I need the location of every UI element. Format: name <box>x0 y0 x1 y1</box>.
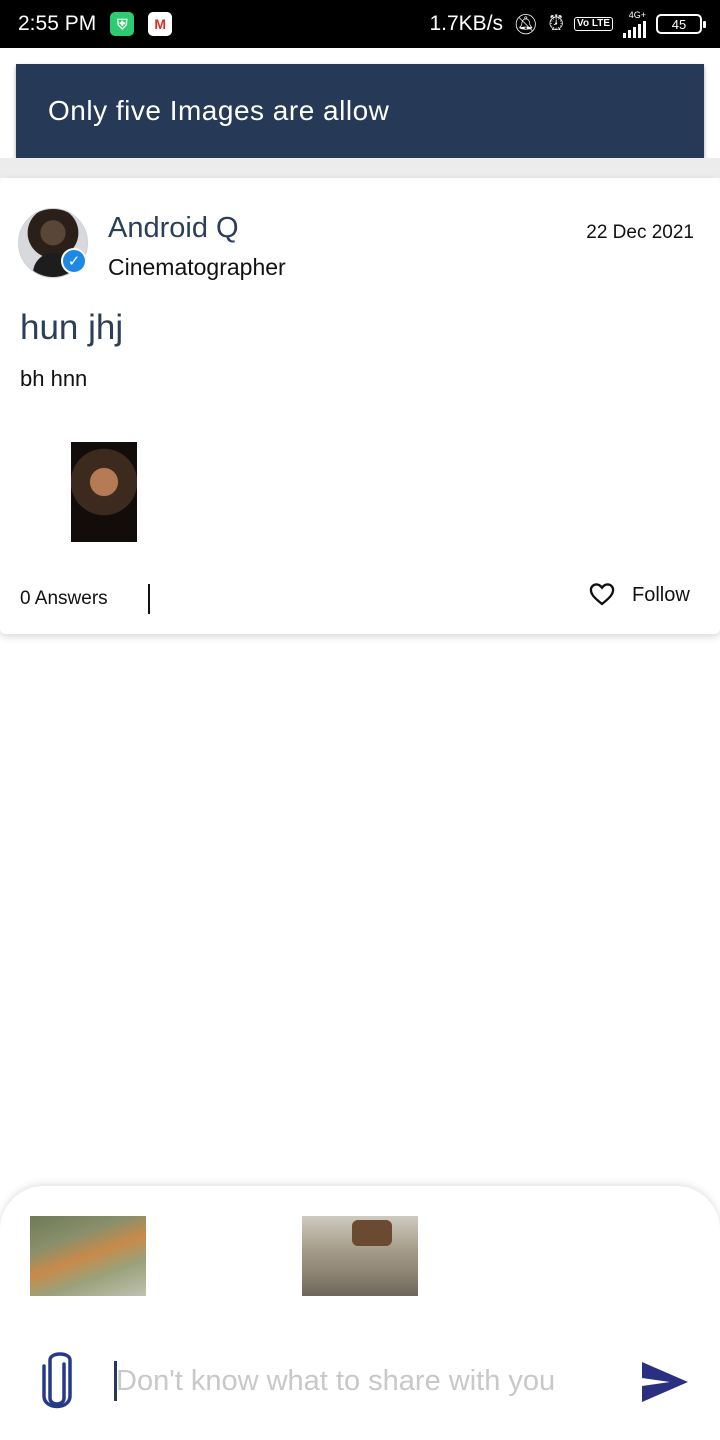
post-body: bh hnn <box>20 366 88 391</box>
signal-icon: 4G+ <box>623 9 646 38</box>
feed-divider <box>0 158 720 178</box>
post-image[interactable] <box>71 442 137 542</box>
composer-panel <box>0 1186 720 1440</box>
bell-off-icon: 🔕︎ <box>513 13 539 36</box>
toast-message: Only five Images are allow <box>16 64 704 158</box>
network-type: 4G+ <box>628 9 646 20</box>
author-name[interactable]: Android Q <box>108 212 239 245</box>
post-card[interactable]: ✓ Android Q Cinematographer 22 Dec 2021 … <box>0 178 720 634</box>
alarm-icon: ⏰︎ <box>548 12 565 35</box>
post-title: hun jhj <box>20 308 124 347</box>
status-time: 2:55 PM <box>18 12 97 35</box>
follow-button[interactable]: Follow <box>632 584 690 607</box>
battery-icon: 45 <box>656 14 706 34</box>
send-icon[interactable] <box>640 1360 690 1404</box>
answers-count[interactable]: 0 Answers <box>20 588 108 610</box>
toast-container: Only five Images are allow <box>0 48 720 158</box>
paperclip-icon[interactable] <box>36 1348 78 1414</box>
verified-badge-icon: ✓ <box>61 248 87 274</box>
network-speed: 1.7KB/s <box>429 12 504 35</box>
attachment-thumbnail[interactable] <box>302 1216 418 1296</box>
message-input[interactable] <box>116 1356 616 1406</box>
action-divider <box>148 584 150 614</box>
battery-level: 45 <box>671 16 687 32</box>
post-date: 22 Dec 2021 <box>586 222 694 243</box>
signal-bars <box>623 20 646 38</box>
attachment-thumbnail[interactable] <box>30 1216 146 1296</box>
shield-icon: ⛨ <box>110 12 135 36</box>
gmail-icon: M <box>148 12 173 36</box>
heart-icon[interactable] <box>588 580 616 608</box>
status-bar: 2:55 PM ⛨ M 1.7KB/s 🔕︎ ⏰︎ Vo LTE 4G+ 45 <box>0 0 720 48</box>
author-role: Cinematographer <box>108 254 286 280</box>
volte-icon: Vo LTE <box>574 17 613 31</box>
